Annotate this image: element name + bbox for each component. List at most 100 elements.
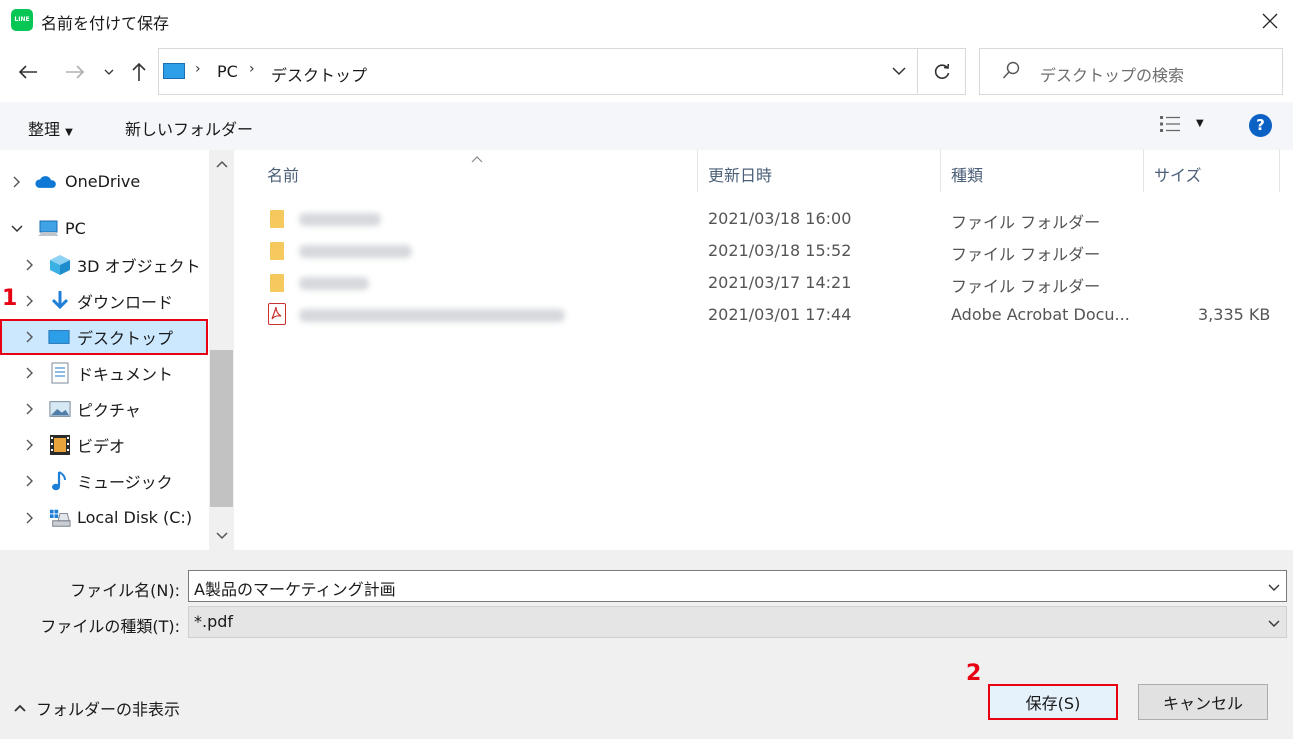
filetype-select[interactable]: *.pdf: [188, 606, 1287, 638]
refresh-icon: [934, 63, 949, 79]
file-size: 3,335 KB: [1198, 305, 1271, 324]
view-dropdown-icon[interactable]: ▼: [1196, 118, 1204, 129]
nav-item-label: ドキュメント: [77, 364, 174, 384]
file-modified: 2021/03/18 15:52: [708, 241, 852, 260]
file-row[interactable]: 2021/03/18 16:00 ファイル フォルダー: [235, 203, 1293, 235]
chevron-right-icon: [23, 474, 37, 488]
chevron-right-icon: [10, 175, 24, 189]
breadcrumb-pc[interactable]: PC: [217, 62, 238, 81]
nav-pane-scrollbar[interactable]: [209, 150, 234, 550]
column-header-type[interactable]: 種類: [941, 150, 1144, 192]
forward-button[interactable]: [60, 57, 90, 87]
close-icon: [1262, 13, 1277, 29]
nav-item-label: PC: [65, 219, 86, 238]
file-row[interactable]: 2021/03/01 17:44 Adobe Acrobat Docu... 3…: [235, 299, 1293, 331]
file-row[interactable]: 2021/03/18 15:52 ファイル フォルダー: [235, 235, 1293, 267]
chevron-right-icon: [23, 294, 37, 308]
column-header-modified[interactable]: 更新日時: [698, 150, 941, 192]
cancel-button[interactable]: キャンセル: [1138, 684, 1268, 720]
nav-item-pc[interactable]: PC: [0, 212, 208, 245]
file-type: ファイル フォルダー: [951, 245, 1101, 264]
blurred-file-name: [299, 245, 412, 258]
hide-folders-label: フォルダーの非表示: [36, 700, 181, 719]
folder-icon: [270, 274, 284, 292]
scrollbar-thumb[interactable]: [210, 350, 233, 507]
chevron-right-icon: [23, 366, 37, 380]
refresh-button[interactable]: [917, 49, 965, 94]
column-header-name[interactable]: 名前: [257, 150, 698, 192]
breadcrumb-separator-icon: ›: [249, 61, 255, 77]
filename-input[interactable]: A製品のマーケティング計画: [188, 570, 1287, 602]
organize-button[interactable]: 整理 ▼: [28, 116, 73, 140]
chevron-up-icon: [215, 160, 228, 168]
desktop-icon: [48, 326, 70, 348]
step-2-marker: 2: [966, 661, 982, 686]
blurred-file-name: [299, 309, 565, 322]
address-bar[interactable]: › PC › デスクトップ: [158, 48, 966, 95]
picture-icon: [49, 398, 71, 420]
nav-item-label: OneDrive: [65, 172, 141, 191]
blurred-file-name: [299, 213, 381, 226]
window-title: 名前を付けて保存: [41, 14, 170, 33]
nav-item-label: デスクトップ: [77, 329, 174, 348]
nav-item-label: ミュージック: [77, 472, 173, 492]
disk-icon: [49, 507, 71, 529]
file-modified: 2021/03/17 14:21: [708, 273, 852, 292]
chevron-down-icon: [1268, 613, 1280, 632]
file-modified: 2021/03/18 16:00: [708, 209, 852, 228]
nav-item-videos[interactable]: ビデオ: [0, 428, 208, 461]
chevron-down-icon[interactable]: [1268, 577, 1280, 596]
hide-folders-toggle[interactable]: フォルダーの非表示: [14, 696, 180, 720]
help-button[interactable]: ?: [1249, 114, 1272, 137]
command-bar: 整理 ▼ 新しいフォルダー ▼ ?: [0, 102, 1293, 150]
folder-icon: [270, 210, 284, 228]
back-button[interactable]: [12, 57, 44, 87]
computer-icon: [37, 218, 59, 240]
video-icon: [49, 434, 71, 456]
cube-icon: [49, 254, 71, 276]
nav-item-label: 3D オブジェクト: [77, 256, 201, 276]
nav-item-documents[interactable]: ドキュメント: [0, 356, 208, 389]
search-placeholder: デスクトップの検索: [1040, 66, 1185, 85]
address-dropdown-button[interactable]: [881, 49, 917, 94]
save-button[interactable]: 保存(S): [988, 684, 1118, 720]
cloud-icon: [35, 171, 57, 193]
nav-item-3d-objects[interactable]: 3D オブジェクト: [0, 248, 208, 281]
nav-item-music[interactable]: ミュージック: [0, 464, 208, 497]
new-folder-button[interactable]: 新しいフォルダー: [125, 116, 253, 140]
details-view-icon: [1160, 116, 1180, 132]
step-1-marker: 1: [2, 286, 18, 311]
chevron-right-icon: [23, 438, 37, 452]
filetype-label: ファイルの種類(T):: [40, 617, 180, 636]
breadcrumb-desktop[interactable]: デスクトップ: [271, 62, 367, 86]
save-options-panel: ファイル名(N): A製品のマーケティング計画 ファイルの種類(T): *.pd…: [0, 550, 1293, 739]
line-app-icon: LINE: [11, 9, 33, 31]
nav-item-downloads[interactable]: ダウンロード: [0, 284, 208, 317]
breadcrumb-separator-icon: ›: [195, 61, 201, 77]
nav-item-desktop[interactable]: デスクトップ: [0, 319, 208, 355]
pdf-icon: [268, 303, 286, 325]
scroll-up-button[interactable]: [209, 150, 234, 178]
chevron-up-icon: [14, 704, 26, 712]
file-row[interactable]: 2021/03/17 14:21 ファイル フォルダー: [235, 267, 1293, 299]
arrow-right-icon: [66, 65, 85, 79]
filename-label: ファイル名(N):: [70, 581, 180, 600]
nav-item-label: ビデオ: [77, 436, 126, 456]
nav-item-local-disk[interactable]: Local Disk (C:): [0, 501, 208, 534]
search-box[interactable]: デスクトップの検索: [979, 48, 1283, 95]
file-modified: 2021/03/01 17:44: [708, 305, 852, 324]
close-button[interactable]: [1246, 0, 1293, 42]
file-type: ファイル フォルダー: [951, 277, 1101, 296]
arrow-left-icon: [18, 65, 37, 79]
scroll-down-button[interactable]: [209, 522, 234, 550]
view-options-button[interactable]: [1159, 113, 1181, 139]
chevron-right-icon: [23, 258, 37, 272]
chevron-down-icon: [215, 532, 228, 540]
nav-item-pictures[interactable]: ピクチャ: [0, 392, 208, 425]
column-header-size[interactable]: サイズ: [1144, 150, 1280, 192]
nav-item-onedrive[interactable]: OneDrive: [0, 165, 208, 198]
up-button[interactable]: [126, 57, 152, 87]
filetype-value: *.pdf: [194, 612, 234, 631]
recent-locations-button[interactable]: [100, 57, 118, 87]
title-bar: LINE 名前を付けて保存: [0, 0, 1293, 42]
